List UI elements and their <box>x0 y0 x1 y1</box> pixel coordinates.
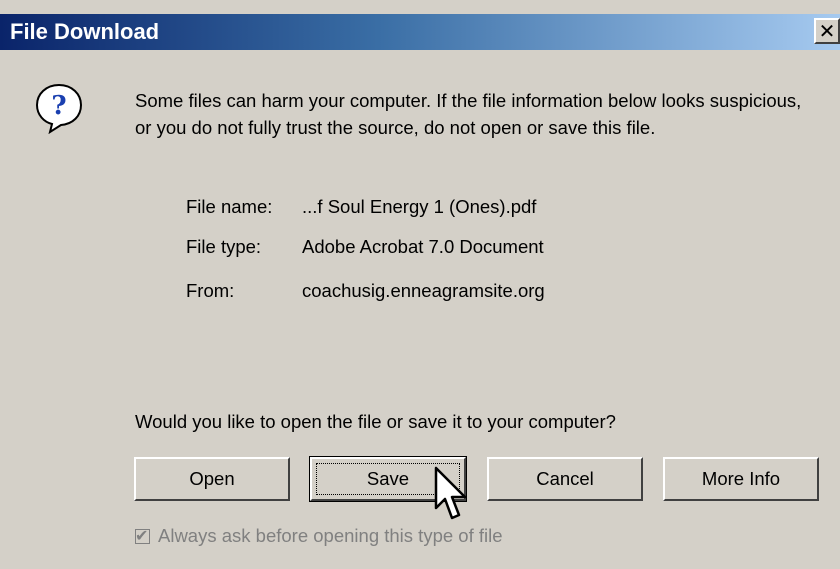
cancel-button[interactable]: Cancel <box>487 457 643 501</box>
always-ask-checkbox[interactable]: ✔ <box>135 527 150 545</box>
more-info-button[interactable]: More Info <box>663 457 819 501</box>
file-name-value: ...f Soul Energy 1 (Ones).pdf <box>302 196 537 217</box>
close-icon: ✕ <box>818 19 836 43</box>
file-source-row: From: coachusig.enneagramsite.org <box>186 280 545 302</box>
cancel-button-label: Cancel <box>536 468 594 489</box>
file-name-label: File name: <box>186 196 273 217</box>
more-info-button-label: More Info <box>701 468 781 489</box>
title-bar[interactable]: File Download ✕ <box>0 14 840 50</box>
question-icon: ? <box>35 83 83 134</box>
file-name-row: File name: ...f Soul Energy 1 (Ones).pdf <box>186 196 536 218</box>
warning-message: Some files can harm your computer. If th… <box>135 90 802 138</box>
checkmark-icon: ✔ <box>135 527 149 545</box>
file-source-label: From: <box>186 280 235 301</box>
close-button[interactable]: ✕ <box>814 18 840 44</box>
window-title: File Download <box>10 19 160 44</box>
file-download-dialog: File Download ✕ ? Some files can harm yo… <box>0 0 840 569</box>
open-button[interactable]: Open <box>134 457 290 501</box>
file-source-value: coachusig.enneagramsite.org <box>302 280 545 301</box>
file-type-label: File type: <box>186 236 262 257</box>
mouse-pointer-icon <box>434 466 467 520</box>
file-type-value: Adobe Acrobat 7.0 Document <box>302 236 544 257</box>
file-type-row: File type: Adobe Acrobat 7.0 Document <box>186 236 544 258</box>
prompt-question: Would you like to open the file or save … <box>135 411 616 432</box>
open-button-label: Open <box>189 468 235 489</box>
always-ask-option[interactable]: ✔ Always ask before opening this type of… <box>135 525 503 547</box>
always-ask-label: Always ask before opening this type of f… <box>158 525 503 546</box>
svg-text:?: ? <box>51 91 66 121</box>
